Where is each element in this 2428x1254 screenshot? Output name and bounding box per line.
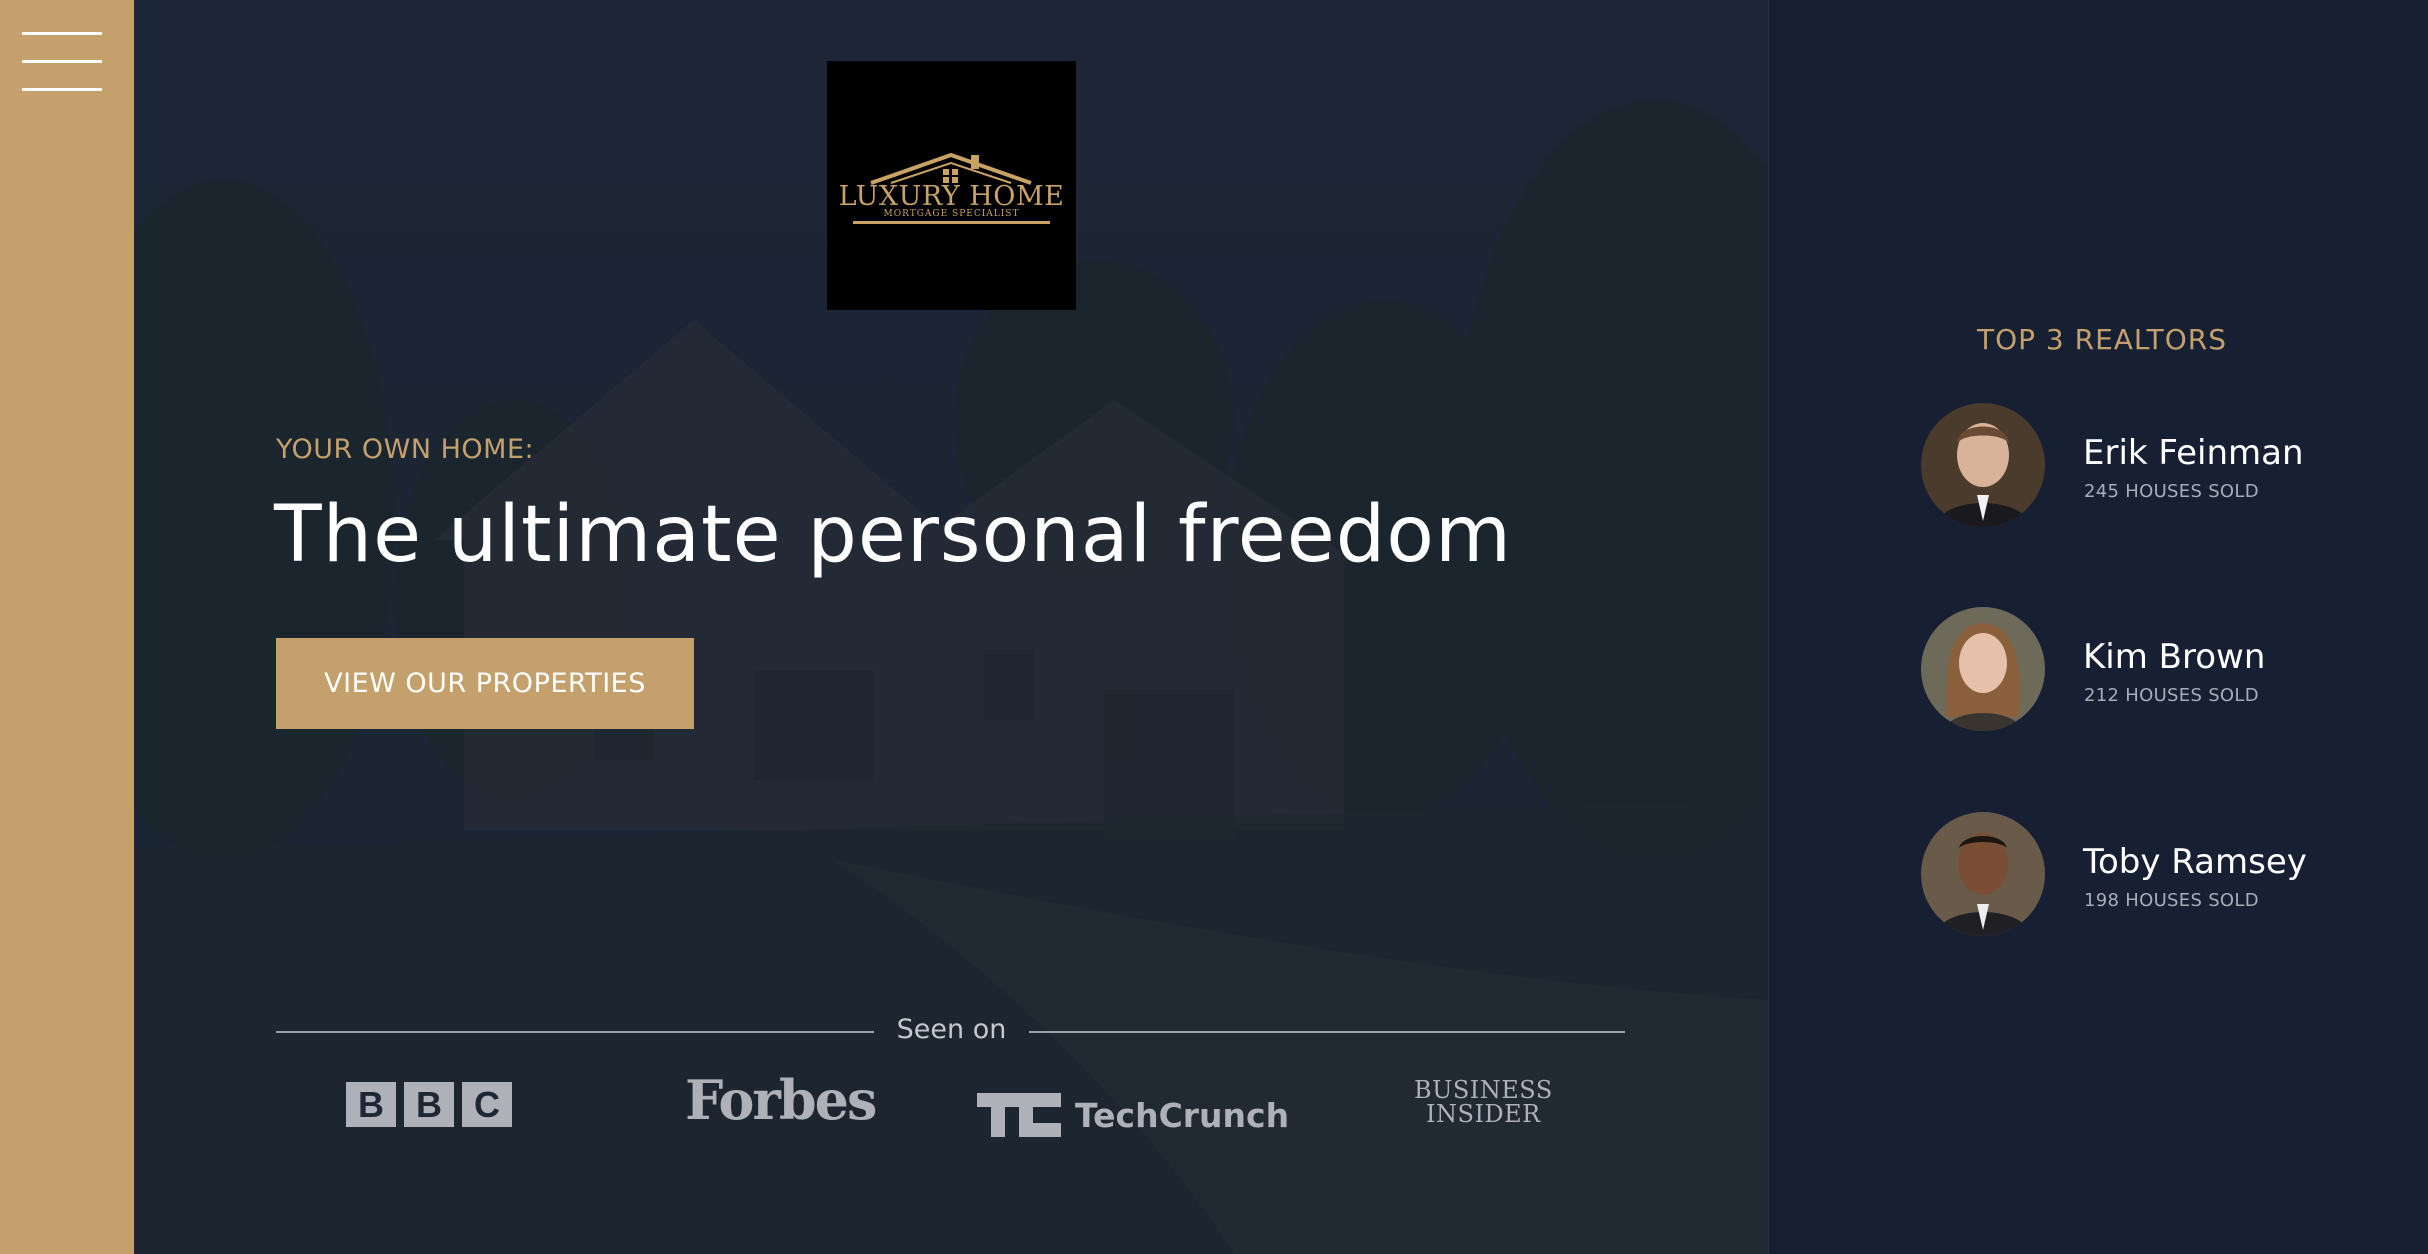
techcrunch-icon — [977, 1093, 1061, 1137]
left-sidebar-strip — [0, 0, 134, 1254]
realtor-houses-sold: 198 HOUSES SOLD — [2084, 890, 2259, 911]
hero-section: LUXURY HOME MORTGAGE SPECIALIST YOUR OWN… — [134, 0, 1768, 1254]
menu-line — [22, 32, 102, 35]
avatar — [1921, 607, 2045, 731]
panel-title: TOP 3 REALTORS — [1976, 323, 2228, 356]
divider-right — [1029, 1031, 1625, 1033]
bbc-letter: B — [346, 1082, 396, 1127]
business-insider-logo: BUSINESS INSIDER — [1414, 1078, 1553, 1148]
divider-left — [276, 1031, 874, 1033]
menu-line — [22, 88, 102, 91]
realtor-houses-sold: 245 HOUSES SOLD — [2084, 481, 2259, 502]
bbc-logo: B B C — [346, 1082, 512, 1152]
avatar — [1921, 812, 2045, 936]
realtor-name: Kim Brown — [2083, 637, 2266, 677]
realtor-houses-sold: 212 HOUSES SOLD — [2084, 685, 2259, 706]
realtor-card[interactable]: Erik Feinman 245 HOUSES SOLD — [1921, 403, 2381, 529]
hero-headline: The ultimate personal freedom — [274, 490, 1512, 580]
menu-line — [22, 60, 102, 63]
techcrunch-logo: TechCrunch — [977, 1080, 1289, 1150]
hamburger-menu-icon[interactable] — [22, 32, 102, 94]
seen-on-label: Seen on — [896, 1014, 1007, 1045]
avatar — [1921, 403, 2045, 527]
realtor-name: Toby Ramsey — [2083, 842, 2307, 882]
bbc-letter: B — [404, 1082, 454, 1127]
realtor-card[interactable]: Toby Ramsey 198 HOUSES SOLD — [1921, 812, 2381, 938]
logo-title: LUXURY HOME — [838, 181, 1065, 212]
techcrunch-wordmark: TechCrunch — [1075, 1095, 1290, 1135]
realtor-card[interactable]: Kim Brown 212 HOUSES SOLD — [1921, 607, 2381, 733]
bi-line1: BUSINESS — [1414, 1076, 1553, 1104]
logo-underline — [853, 221, 1050, 224]
hero-eyebrow: YOUR OWN HOME: — [276, 434, 535, 465]
view-properties-button[interactable]: VIEW OUR PROPERTIES — [276, 638, 694, 729]
bi-line2: INSIDER — [1426, 1100, 1541, 1128]
bbc-letter: C — [462, 1082, 512, 1127]
realtor-name: Erik Feinman — [2083, 433, 2304, 473]
top-realtors-panel: TOP 3 REALTORS Erik Feinman 245 HOUSES S… — [1768, 0, 2428, 1254]
brand-logo[interactable]: LUXURY HOME MORTGAGE SPECIALIST — [827, 61, 1076, 310]
forbes-logo: Forbes — [685, 1068, 877, 1132]
logo-subtitle: MORTGAGE SPECIALIST — [883, 209, 1020, 219]
